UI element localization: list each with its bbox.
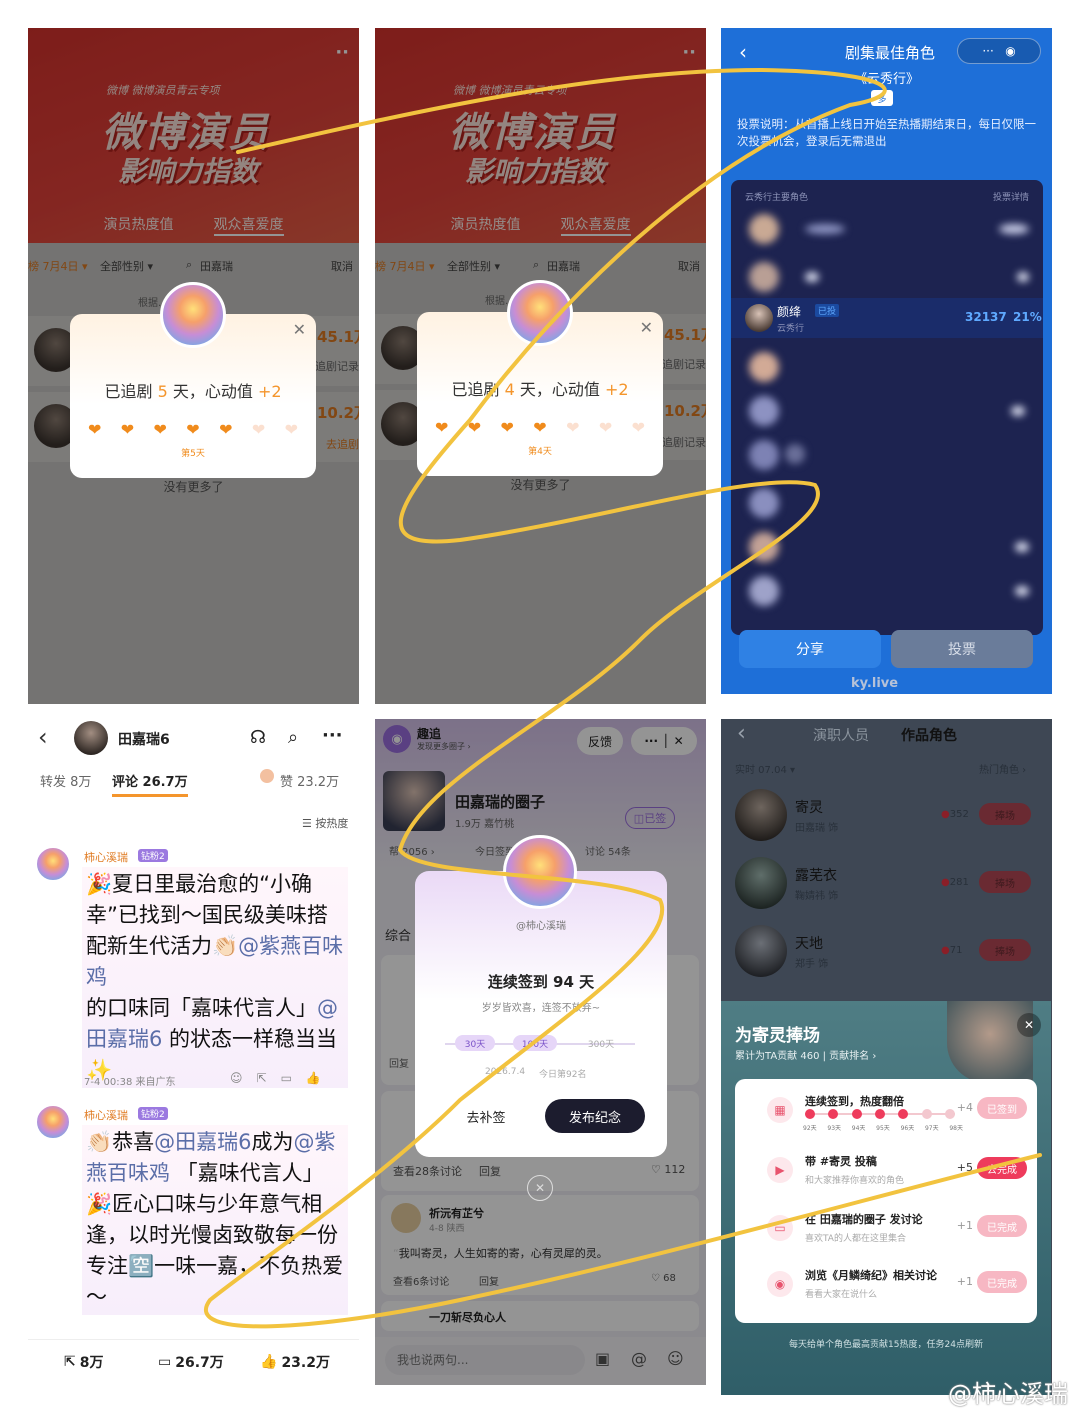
watermark: @柿心溪瑞 — [948, 1380, 1068, 1408]
stroke-path — [203, 67, 1042, 1329]
highlight-stroke — [203, 67, 1042, 1329]
